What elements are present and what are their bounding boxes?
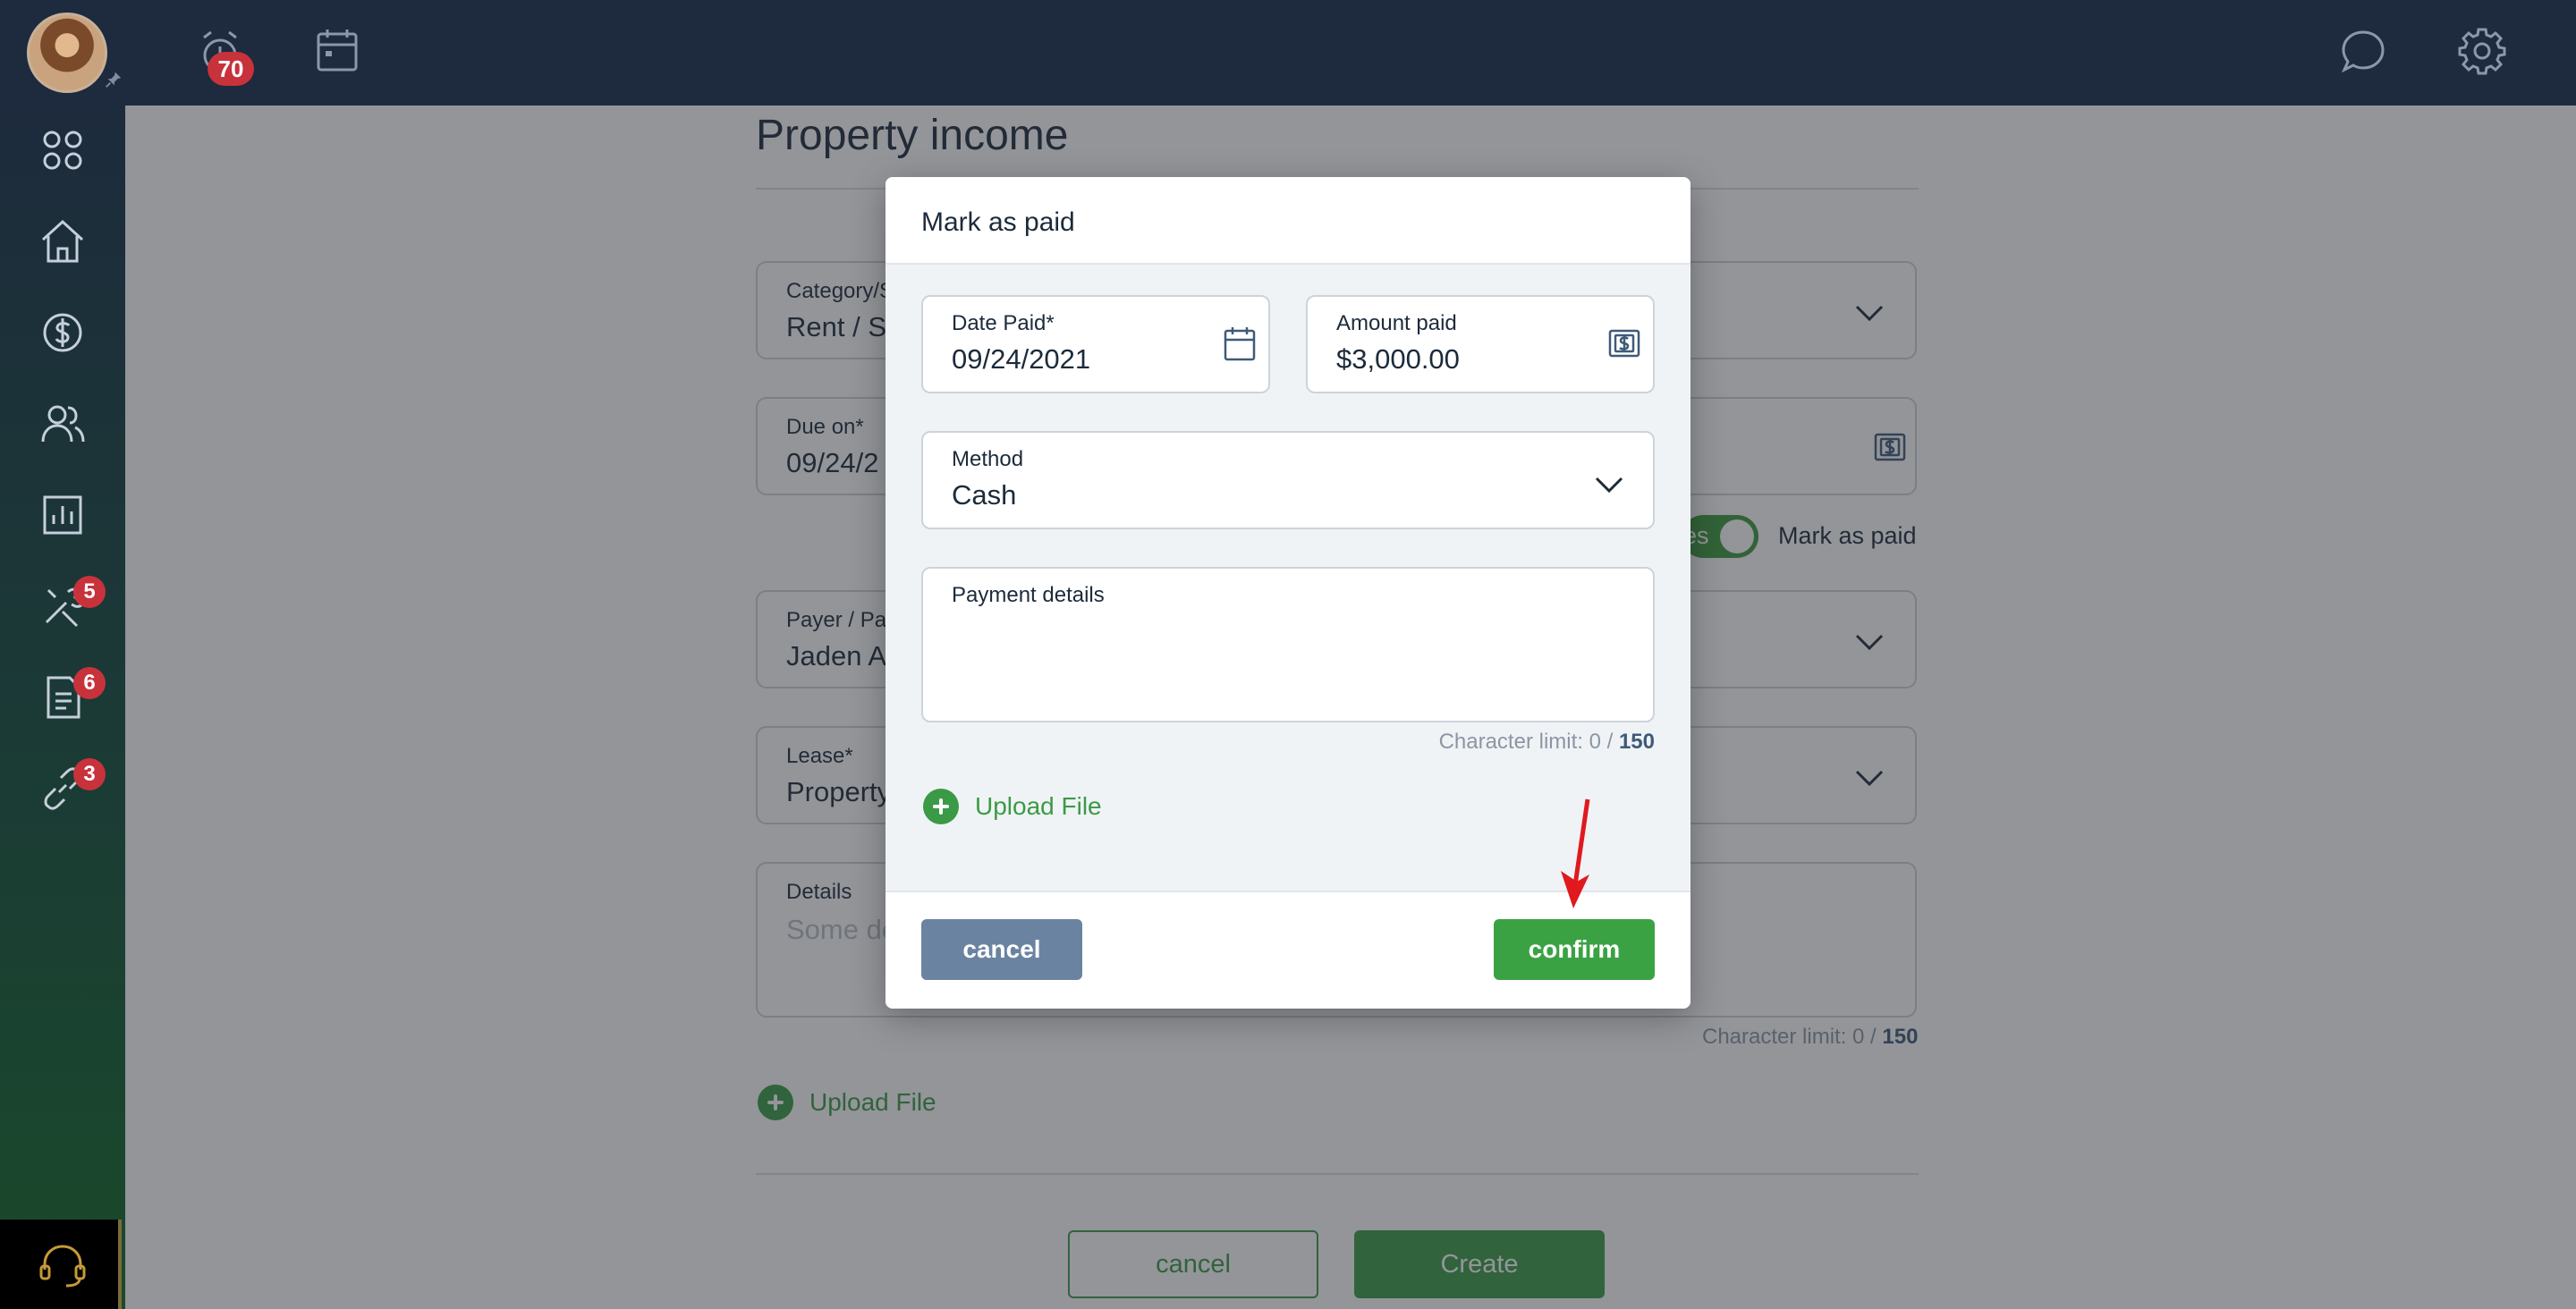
- amount-paid-field[interactable]: Amount paid $3,000.00: [1306, 295, 1655, 393]
- date-paid-label: Date Paid*: [952, 311, 1055, 335]
- modal-title: Mark as paid: [921, 207, 1075, 237]
- home-icon[interactable]: [36, 215, 89, 268]
- money-icon: [1608, 329, 1640, 358]
- calendar-icon[interactable]: [1224, 325, 1256, 361]
- confirm-button[interactable]: confirm: [1494, 919, 1655, 980]
- gear-icon[interactable]: [2456, 25, 2508, 77]
- payment-details-char-limit: Character limit: 0 / 150: [886, 730, 1690, 755]
- date-paid-field[interactable]: Date Paid* 09/24/2021: [921, 295, 1270, 393]
- reports-icon[interactable]: [36, 488, 89, 542]
- upload-file-label: Upload File: [975, 792, 1102, 820]
- char-limit-max: 150: [1618, 730, 1655, 754]
- notification-count-badge: 70: [208, 52, 254, 86]
- modal-upload-file-button[interactable]: Upload File: [923, 789, 1102, 824]
- char-limit-text: Character limit: 0 /: [1438, 730, 1619, 754]
- tools-badge: 5: [73, 576, 106, 608]
- method-value: Cash: [952, 479, 1017, 511]
- amount-paid-label: Amount paid: [1336, 311, 1457, 335]
- method-label: Method: [952, 447, 1024, 471]
- avatar[interactable]: [27, 13, 107, 93]
- calendar-icon[interactable]: [315, 27, 360, 73]
- chat-icon[interactable]: [2338, 27, 2388, 77]
- headset-icon: [39, 1245, 86, 1288]
- payment-details-label: Payment details: [952, 583, 1105, 607]
- dollar-icon[interactable]: [36, 306, 89, 359]
- annotation-arrow-icon: [1561, 798, 1590, 908]
- support-button[interactable]: [0, 1220, 122, 1309]
- top-bar: 70: [0, 0, 2576, 106]
- apps-icon[interactable]: [36, 123, 89, 177]
- document-badge: 6: [73, 667, 106, 699]
- modal-header: Mark as paid: [886, 177, 1690, 265]
- payment-details-textarea[interactable]: Payment details: [921, 567, 1655, 722]
- plus-circle-icon: [923, 789, 959, 824]
- chevron-down-icon: [1595, 477, 1623, 494]
- link-badge: 3: [73, 758, 106, 790]
- people-icon[interactable]: [36, 397, 89, 451]
- date-paid-value: 09/24/2021: [952, 343, 1091, 375]
- method-select[interactable]: Method Cash: [921, 431, 1655, 529]
- amount-paid-value: $3,000.00: [1336, 343, 1460, 375]
- pin-icon: [106, 72, 122, 88]
- modal-cancel-button[interactable]: cancel: [921, 919, 1082, 980]
- sidebar: 5 6 3: [0, 106, 125, 1309]
